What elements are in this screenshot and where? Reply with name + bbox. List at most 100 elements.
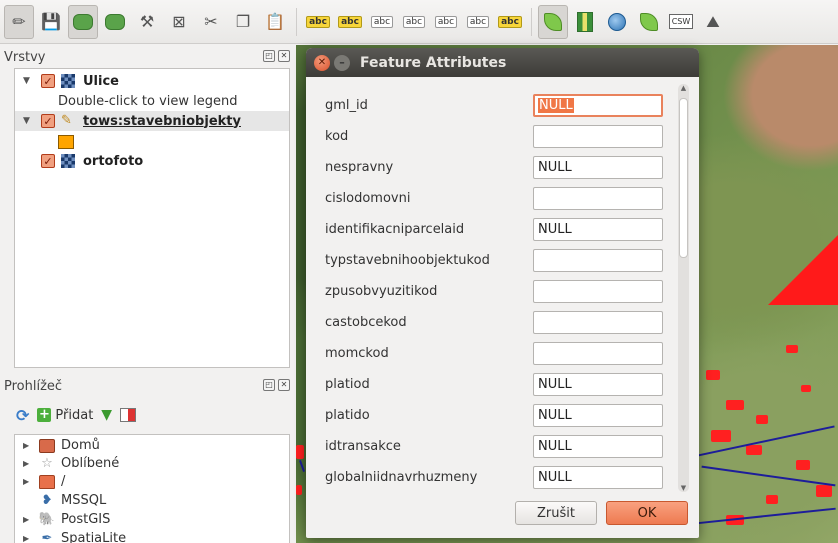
- map-feature: [296, 445, 304, 459]
- grass-icon[interactable]: [570, 5, 600, 39]
- browser-item-label: Oblíbené: [61, 456, 120, 471]
- map-road: [696, 507, 836, 525]
- csw-icon[interactable]: CSW: [666, 5, 696, 39]
- layer-item-ortofoto[interactable]: ✓ ortofoto: [15, 151, 143, 171]
- change-label-icon[interactable]: abc: [463, 5, 493, 39]
- collapse-arrow-icon[interactable]: ▼: [23, 116, 33, 126]
- expand-arrow-icon[interactable]: ▶: [23, 477, 33, 486]
- show-hide-label-icon[interactable]: abc: [367, 5, 397, 39]
- main-toolbar: ✏ 💾 ⚒ ⊠ ✂ ❐ 📋 abc abc abc abc abc abc ab…: [0, 0, 838, 44]
- idtransakce-input[interactable]: NULL: [533, 435, 663, 458]
- minimize-icon[interactable]: –: [334, 54, 350, 71]
- field-label: idtransakce: [325, 439, 401, 454]
- legend-hint: Double-click to view legend: [58, 91, 238, 111]
- copy-features-icon[interactable]: ❐: [228, 5, 258, 39]
- add-wfs-icon[interactable]: [634, 5, 664, 39]
- globalniidnavrhuzmeny-input[interactable]: NULL: [533, 466, 663, 489]
- node-tool-icon[interactable]: ⚒: [132, 5, 162, 39]
- map-road: [299, 460, 305, 472]
- scroll-up-icon[interactable]: ▲: [679, 84, 688, 92]
- browser-item-mssql[interactable]: ❥ MSSQL: [15, 491, 107, 510]
- layers-panel-header: Vrstvy ◰ ✕: [0, 45, 296, 69]
- browser-panel-title: Prohlížeč: [4, 378, 63, 394]
- layer-item-ulice[interactable]: ▼ ✓ Ulice: [15, 71, 119, 91]
- toolbar-separator: [296, 7, 297, 36]
- layer-visibility-checkbox[interactable]: ✓: [41, 154, 55, 168]
- browser-item-spatialite[interactable]: ▶ ✒ SpatiaLite: [15, 529, 126, 543]
- selected-text: NULL: [538, 98, 574, 113]
- expand-arrow-icon[interactable]: ▶: [23, 459, 33, 468]
- close-panel-icon[interactable]: ✕: [278, 50, 290, 62]
- map-feature-polygon: [768, 195, 838, 305]
- browser-item-root[interactable]: ▶ /: [15, 472, 65, 491]
- save-edits-icon[interactable]: 💾: [36, 5, 66, 39]
- field-row-identifikacniparcelaid: identifikacniparcelaid NULL: [306, 218, 678, 242]
- layer-item-stavebniobjekty[interactable]: ▼ ✓ ✎ tows:stavebniobjekty: [15, 111, 289, 131]
- move-label-icon[interactable]: abc: [399, 5, 429, 39]
- dialog-title: Feature Attributes: [360, 54, 507, 71]
- rotate-label-icon[interactable]: abc: [431, 5, 461, 39]
- pencil-edit-icon[interactable]: ✏: [4, 4, 34, 39]
- browser-item-favorites[interactable]: ▶ ☆ Oblíbené: [15, 454, 119, 473]
- castobcekod-input[interactable]: [533, 311, 663, 334]
- change-label-properties-icon[interactable]: abc: [495, 5, 525, 39]
- browser-item-home[interactable]: ▶ Domů: [15, 436, 100, 455]
- typstavebnihoobjektukod-input[interactable]: [533, 249, 663, 272]
- delete-selected-icon[interactable]: ⊠: [164, 5, 194, 39]
- kod-input[interactable]: [533, 125, 663, 148]
- close-panel-icon[interactable]: ✕: [278, 379, 290, 391]
- momckod-input[interactable]: [533, 342, 663, 365]
- mountain-icon[interactable]: ⛰: [698, 5, 728, 39]
- field-label: identifikacniparcelaid: [325, 222, 465, 237]
- nespravny-input[interactable]: NULL: [533, 156, 663, 179]
- gml-id-input[interactable]: NULL: [533, 94, 663, 117]
- add-button[interactable]: + Přidat: [37, 408, 93, 423]
- layer-visibility-checkbox[interactable]: ✓: [41, 74, 55, 88]
- scrollbar-thumb[interactable]: [679, 98, 688, 258]
- browser-item-label: PostGIS: [61, 512, 111, 527]
- field-row-kod: kod: [306, 125, 678, 149]
- editing-pencil-icon: ✎: [61, 113, 72, 128]
- platido-input[interactable]: NULL: [533, 404, 663, 427]
- map-feature: [706, 370, 720, 380]
- refresh-icon[interactable]: ⟳: [16, 406, 29, 425]
- map-feature: [816, 485, 832, 497]
- expand-arrow-icon[interactable]: ▶: [23, 441, 33, 450]
- collapse-arrow-icon[interactable]: ▼: [23, 76, 33, 86]
- star-icon: ☆: [41, 456, 53, 471]
- pin-label-icon[interactable]: abc: [335, 5, 365, 39]
- expand-arrow-icon[interactable]: ▶: [23, 515, 33, 524]
- move-feature-icon[interactable]: [100, 5, 130, 39]
- float-panel-icon[interactable]: ◰: [263, 50, 275, 62]
- field-row-cislodomovni: cislodomovni: [306, 187, 678, 211]
- cislodomovni-input[interactable]: [533, 187, 663, 210]
- identifikacniparcelaid-input[interactable]: NULL: [533, 218, 663, 241]
- zpusobvyuzitikod-input[interactable]: [533, 280, 663, 303]
- mssql-icon: ❥: [41, 493, 53, 508]
- raster-layer-icon: [61, 74, 75, 88]
- browser-item-postgis[interactable]: ▶ 🐘 PostGIS: [15, 510, 110, 529]
- paste-features-icon[interactable]: 📋: [260, 5, 290, 39]
- platiod-input[interactable]: NULL: [533, 373, 663, 396]
- field-label: platido: [325, 408, 370, 423]
- field-row-zpusobvyuzitikod: zpusobvyuzitikod: [306, 280, 678, 304]
- add-feature-icon[interactable]: [68, 4, 98, 39]
- filter-icon[interactable]: ▼: [101, 407, 112, 423]
- map-feature: [746, 445, 762, 455]
- layer-visibility-checkbox[interactable]: ✓: [41, 114, 55, 128]
- browser-item-label: Domů: [61, 438, 100, 453]
- ok-button[interactable]: OK: [606, 501, 688, 525]
- browser-panel-header: Prohlížeč ◰ ✕: [0, 374, 296, 398]
- add-wms-icon[interactable]: [602, 5, 632, 39]
- close-icon[interactable]: ✕: [314, 54, 330, 71]
- properties-icon[interactable]: [120, 408, 137, 422]
- cut-features-icon[interactable]: ✂: [196, 5, 226, 39]
- field-label: momckod: [325, 346, 389, 361]
- float-panel-icon[interactable]: ◰: [263, 379, 275, 391]
- plugin-icon[interactable]: [538, 4, 568, 39]
- expand-arrow-icon[interactable]: ▶: [23, 534, 33, 543]
- form-scrollbar[interactable]: ▲ ▼: [678, 84, 689, 492]
- cancel-button[interactable]: Zrušit: [515, 501, 597, 525]
- label-icon[interactable]: abc: [303, 5, 333, 39]
- scroll-down-icon[interactable]: ▼: [679, 484, 688, 492]
